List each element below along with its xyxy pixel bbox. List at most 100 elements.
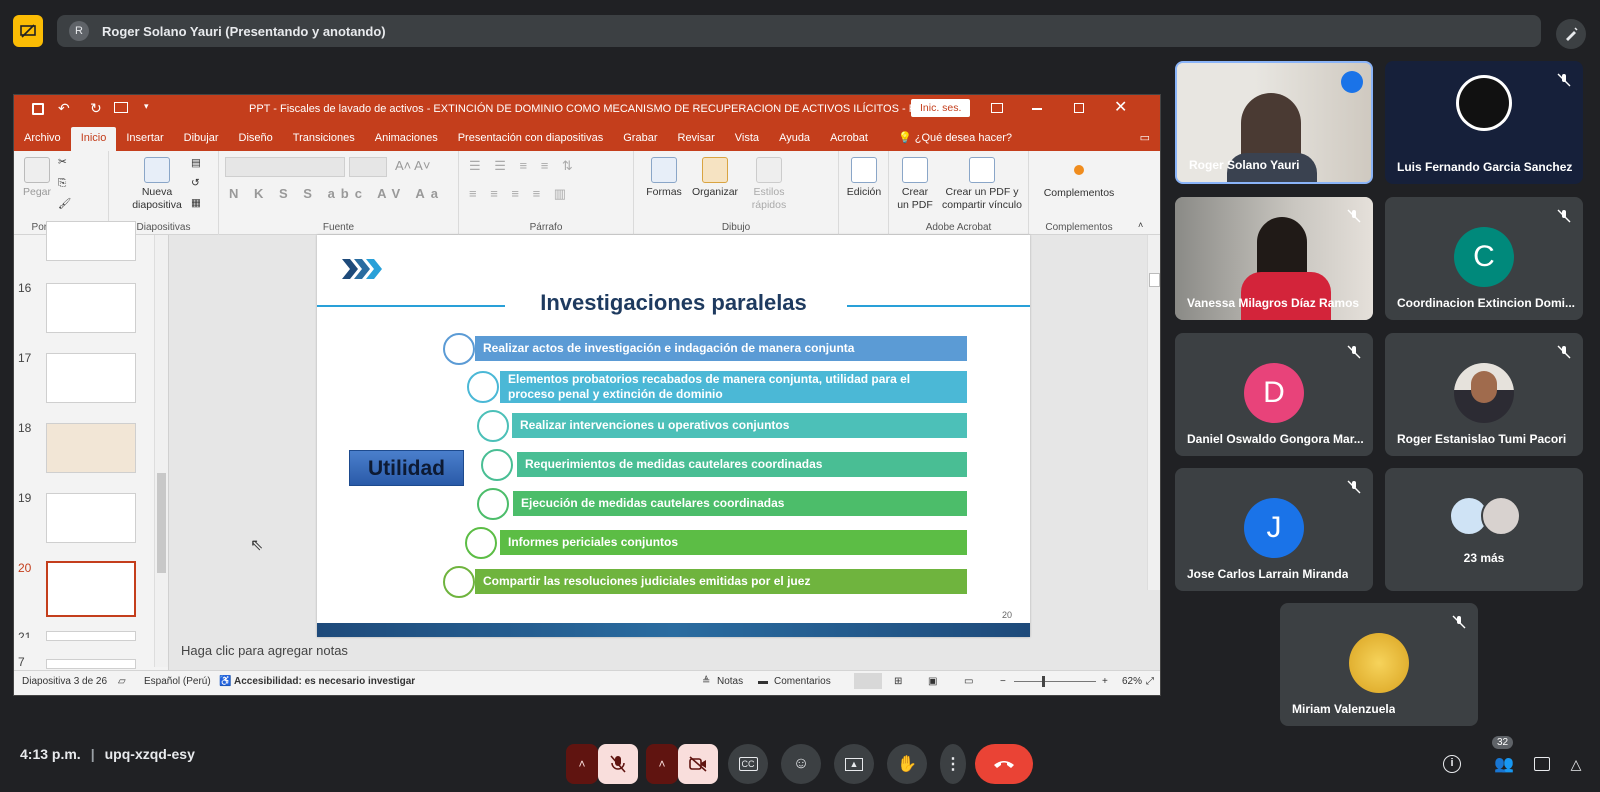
presentation-status-icon[interactable] <box>13 15 43 47</box>
tab-grabar[interactable]: Grabar <box>613 127 667 151</box>
maximize-icon[interactable] <box>1074 103 1084 113</box>
participant-tile[interactable]: Luis Fernando Garcia Sanchez <box>1385 61 1583 184</box>
slide-thumbnail-20[interactable] <box>46 561 136 617</box>
ribbon-display-icon[interactable] <box>991 103 1003 113</box>
zoom-slider-thumb[interactable] <box>1042 676 1045 687</box>
tab-diseno[interactable]: Diseño <box>229 127 283 151</box>
slide-thumbnail-19[interactable] <box>46 493 136 543</box>
language[interactable]: Español (Perú) <box>144 676 211 687</box>
more-options-button[interactable]: ⋮ <box>940 744 966 784</box>
slide-thumbnail-22[interactable] <box>46 659 136 669</box>
tab-archivo[interactable]: Archivo <box>14 127 71 151</box>
captions-button[interactable]: CC <box>728 744 768 784</box>
font-grow-icon[interactable]: A˄ A˅ <box>395 159 430 172</box>
slide-thumbnail-16[interactable] <box>46 283 136 333</box>
video-options-button[interactable]: ˄ <box>646 744 678 784</box>
zoom-out-icon[interactable]: − <box>1000 676 1006 687</box>
mic-toggle-button[interactable] <box>598 744 638 784</box>
participant-tile[interactable]: J Jose Carlos Larrain Miranda <box>1175 468 1373 591</box>
reset-icon[interactable]: ↺ <box>191 177 200 190</box>
paste-button[interactable]: Pegar <box>22 157 52 199</box>
arrange-button[interactable]: Organizar <box>690 157 740 199</box>
people-icon[interactable]: 👥 <box>1492 752 1516 776</box>
tab-ayuda[interactable]: Ayuda <box>769 127 820 151</box>
save-icon[interactable] <box>32 103 44 115</box>
thumbs-scroll-thumb[interactable] <box>157 473 166 573</box>
accessibility-status[interactable]: Accesibilidad: es necesario investigar <box>234 676 415 687</box>
edition-button[interactable]: Edición <box>844 157 884 199</box>
slide-thumbnails-pane[interactable]: 16 17 18 19 20 21 7 <box>14 221 169 670</box>
participant-tile[interactable]: C Coordinacion Extincion Domi... <box>1385 197 1583 320</box>
layout-icon[interactable]: ▤ <box>191 157 201 170</box>
zoom-in-icon[interactable]: + <box>1102 676 1108 687</box>
camera-toggle-button[interactable] <box>678 744 718 784</box>
present-from-start-icon[interactable] <box>114 102 128 113</box>
redo-icon[interactable]: ↻ <box>90 100 102 117</box>
section-icon[interactable]: ▦ <box>191 197 201 210</box>
zoom-slider[interactable] <box>1014 681 1096 682</box>
sign-in-button[interactable]: Inic. ses. <box>911 99 971 117</box>
spell-check-icon[interactable]: ▱ <box>118 676 126 687</box>
more-participants-tile[interactable]: 23 más <box>1385 468 1583 591</box>
sorter-view-icon[interactable]: ⊞ <box>894 676 902 687</box>
thumbs-scrollbar[interactable] <box>154 235 168 667</box>
fit-slide-icon[interactable]: ⤢ <box>1146 676 1154 687</box>
comments-toggle[interactable]: Comentarios <box>774 676 831 687</box>
notes-placeholder[interactable]: Haga clic para agregar notas <box>181 643 348 658</box>
participant-tile[interactable]: Vanessa Milagros Díaz Ramos <box>1175 197 1373 320</box>
raise-hand-button[interactable]: ✋ <box>887 744 927 784</box>
slideshow-view-icon[interactable]: ▭ <box>964 676 973 687</box>
slide-scrollbar[interactable] <box>1147 235 1160 590</box>
participant-tile[interactable]: Roger Solano Yauri <box>1175 61 1373 184</box>
create-pdf-button[interactable]: Crear un PDF <box>895 157 935 212</box>
slide-scroll-thumb[interactable] <box>1149 273 1160 287</box>
create-share-pdf-button[interactable]: Crear un PDF y compartir vínculo <box>937 157 1027 212</box>
minimize-icon[interactable] <box>1032 108 1042 110</box>
tell-me-search[interactable]: 💡 ¿Qué desea hacer? <box>888 127 1022 151</box>
tab-dibujar[interactable]: Dibujar <box>174 127 229 151</box>
font-name-select[interactable] <box>225 157 345 177</box>
tab-insertar[interactable]: Insertar <box>116 127 173 151</box>
quick-styles-button[interactable]: Estilos rápidos <box>746 157 792 212</box>
font-format-icons[interactable]: N K S S abc AV Aa <box>229 187 444 200</box>
zoom-level[interactable]: 62% <box>1122 676 1142 687</box>
font-size-select[interactable] <box>349 157 387 177</box>
collapse-ribbon-icon[interactable]: ˄ <box>1138 219 1143 232</box>
cut-icon[interactable]: ✂ <box>58 156 67 169</box>
slide-thumbnail-17[interactable] <box>46 353 136 403</box>
normal-view-icon[interactable] <box>854 673 882 689</box>
annotate-pen-icon[interactable] <box>1556 19 1586 49</box>
tab-inicio[interactable]: Inicio <box>70 127 117 151</box>
format-painter-icon[interactable]: 🖌 <box>58 198 71 211</box>
undo-icon[interactable]: ↶ <box>58 100 70 117</box>
shapes-button[interactable]: Formas <box>644 157 684 199</box>
present-button[interactable]: ▲ <box>834 744 874 784</box>
tab-revisar[interactable]: Revisar <box>668 127 725 151</box>
participant-tile[interactable]: D Daniel Oswaldo Gongora Mar... <box>1175 333 1373 456</box>
align-icons[interactable]: ≡ ≡ ≡ ≡ ▥ <box>469 187 571 200</box>
slide-thumbnail-21[interactable] <box>46 631 136 641</box>
notes-toggle[interactable]: Notas <box>717 676 743 687</box>
meeting-info-icon[interactable]: i <box>1440 752 1464 776</box>
tab-transiciones[interactable]: Transiciones <box>283 127 365 151</box>
slide-canvas[interactable]: Investigaciones paralelas Utilidad Reali… <box>317 235 1030 637</box>
tab-animaciones[interactable]: Animaciones <box>365 127 448 151</box>
new-slide-button[interactable]: Nueva diapositiva <box>127 157 187 212</box>
audio-options-button[interactable]: ˄ <box>566 744 598 784</box>
slide-thumbnail-15[interactable] <box>46 221 136 261</box>
list-icons[interactable]: ☰ ☰ ≡ ≡ ⇅ <box>469 159 578 172</box>
reading-view-icon[interactable]: ▣ <box>928 676 937 687</box>
tab-acrobat[interactable]: Acrobat <box>820 127 878 151</box>
tab-vista[interactable]: Vista <box>725 127 769 151</box>
copy-icon[interactable]: ⎘ <box>58 177 66 190</box>
chat-icon[interactable] <box>1530 752 1554 776</box>
activities-icon[interactable]: △ <box>1564 752 1588 776</box>
addins-button[interactable]: Complementos <box>1034 157 1124 200</box>
participant-tile[interactable]: Miriam Valenzuela <box>1280 603 1478 726</box>
slide-thumbnail-18[interactable] <box>46 423 136 473</box>
participant-tile[interactable]: Roger Estanislao Tumi Pacori <box>1385 333 1583 456</box>
emoji-button[interactable]: ☺ <box>781 744 821 784</box>
close-icon[interactable]: ✕ <box>1114 97 1127 117</box>
tab-presentacion[interactable]: Presentación con diapositivas <box>448 127 614 151</box>
leave-call-button[interactable] <box>975 744 1033 784</box>
